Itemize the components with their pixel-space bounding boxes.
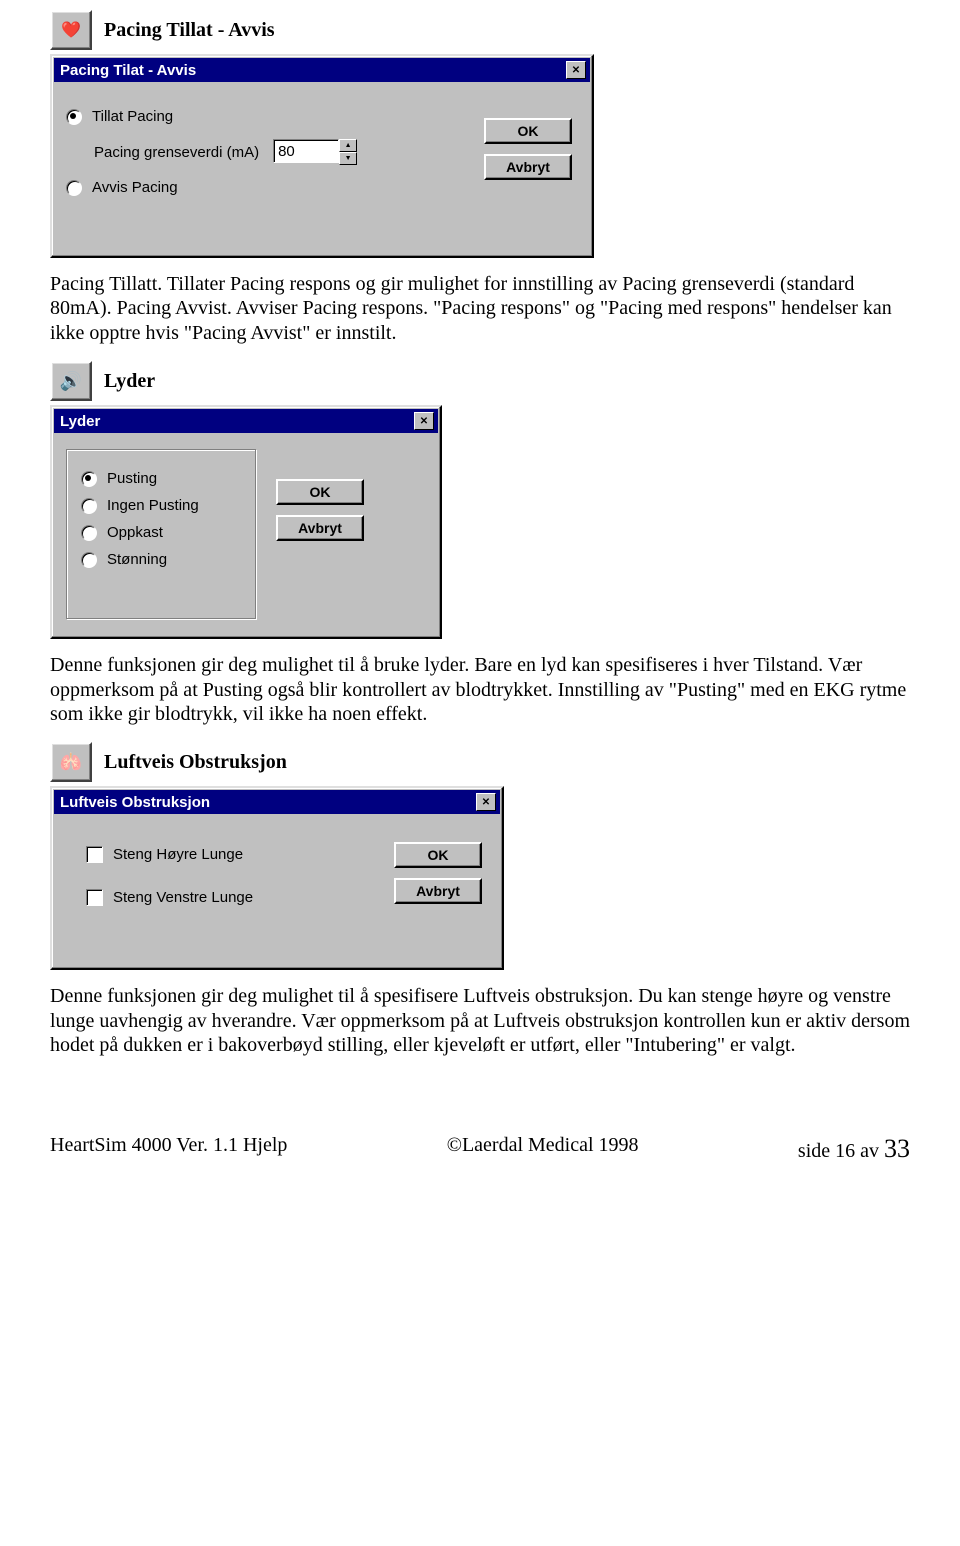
close-button[interactable]: ✕ [476,793,496,811]
threshold-input[interactable]: 80 [273,139,339,163]
dialog-title: Luftveis Obstruksjon [60,794,210,811]
dialog-title: Lyder [60,413,100,430]
ok-button[interactable]: OK [484,118,572,144]
footer-right: side 16 av 33 [798,1134,910,1164]
dialog-pacing: Pacing Tilat - Avvis ✕ Tillat Pacing Pac… [50,54,594,258]
pacing-icon [50,10,92,50]
radio-ingen-pusting[interactable]: Ingen Pusting [81,497,241,514]
radio-dot-icon [66,109,82,125]
radio-dot-icon [66,180,82,196]
page-footer: HeartSim 4000 Ver. 1.1 Hjelp ©Laerdal Me… [0,1104,960,1176]
radio-label: Pusting [107,470,157,487]
radio-dot-icon [81,552,97,568]
dialog-lyder: Lyder ✕ Pusting Ingen Pusting Oppkast [50,405,442,639]
close-button[interactable]: ✕ [414,412,434,430]
close-button[interactable]: ✕ [566,61,586,79]
sounds-icon [50,361,92,401]
check-label: Steng Høyre Lunge [113,846,243,863]
paragraph-lyder: Denne funksjonen gir deg mulighet til å … [50,653,910,726]
radio-oppkast[interactable]: Oppkast [81,524,241,541]
radio-dot-icon [81,498,97,514]
radio-pusting[interactable]: Pusting [81,470,241,487]
section-title-pacing: Pacing Tillat - Avvis [104,19,275,42]
cancel-button[interactable]: Avbryt [394,878,482,904]
checkbox-icon [86,889,103,906]
cancel-button[interactable]: Avbryt [484,154,572,180]
sound-options-group: Pusting Ingen Pusting Oppkast Stønning [66,449,256,619]
checkbox-icon [86,846,103,863]
ok-button[interactable]: OK [276,479,364,505]
radio-label: Tillat Pacing [92,108,173,125]
ok-button[interactable]: OK [394,842,482,868]
radio-dot-icon [81,525,97,541]
radio-label: Stønning [107,551,167,568]
check-label: Steng Venstre Lunge [113,889,253,906]
radio-label: Avvis Pacing [92,179,178,196]
radio-label: Oppkast [107,524,163,541]
section-title-lyder: Lyder [104,370,155,393]
airway-icon [50,742,92,782]
spin-down-button[interactable]: ▼ [339,152,357,165]
footer-center: ©Laerdal Medical 1998 [447,1134,639,1164]
paragraph-luftveis: Denne funksjonen gir deg mulighet til å … [50,984,910,1057]
radio-deny-pacing[interactable]: Avvis Pacing [66,179,578,196]
spin-up-button[interactable]: ▲ [339,139,357,152]
threshold-label: Pacing grenseverdi (mA) [94,144,259,161]
cancel-button[interactable]: Avbryt [276,515,364,541]
section-title-luftveis: Luftveis Obstruksjon [104,751,287,774]
paragraph-pacing: Pacing Tillatt. Tillater Pacing respons … [50,272,910,345]
dialog-title: Pacing Tilat - Avvis [60,62,196,79]
dialog-luftveis: Luftveis Obstruksjon ✕ Steng Høyre Lunge… [50,786,504,970]
radio-dot-icon [81,471,97,487]
radio-stonning[interactable]: Stønning [81,551,241,568]
footer-left: HeartSim 4000 Ver. 1.1 Hjelp [50,1134,287,1164]
radio-label: Ingen Pusting [107,497,199,514]
